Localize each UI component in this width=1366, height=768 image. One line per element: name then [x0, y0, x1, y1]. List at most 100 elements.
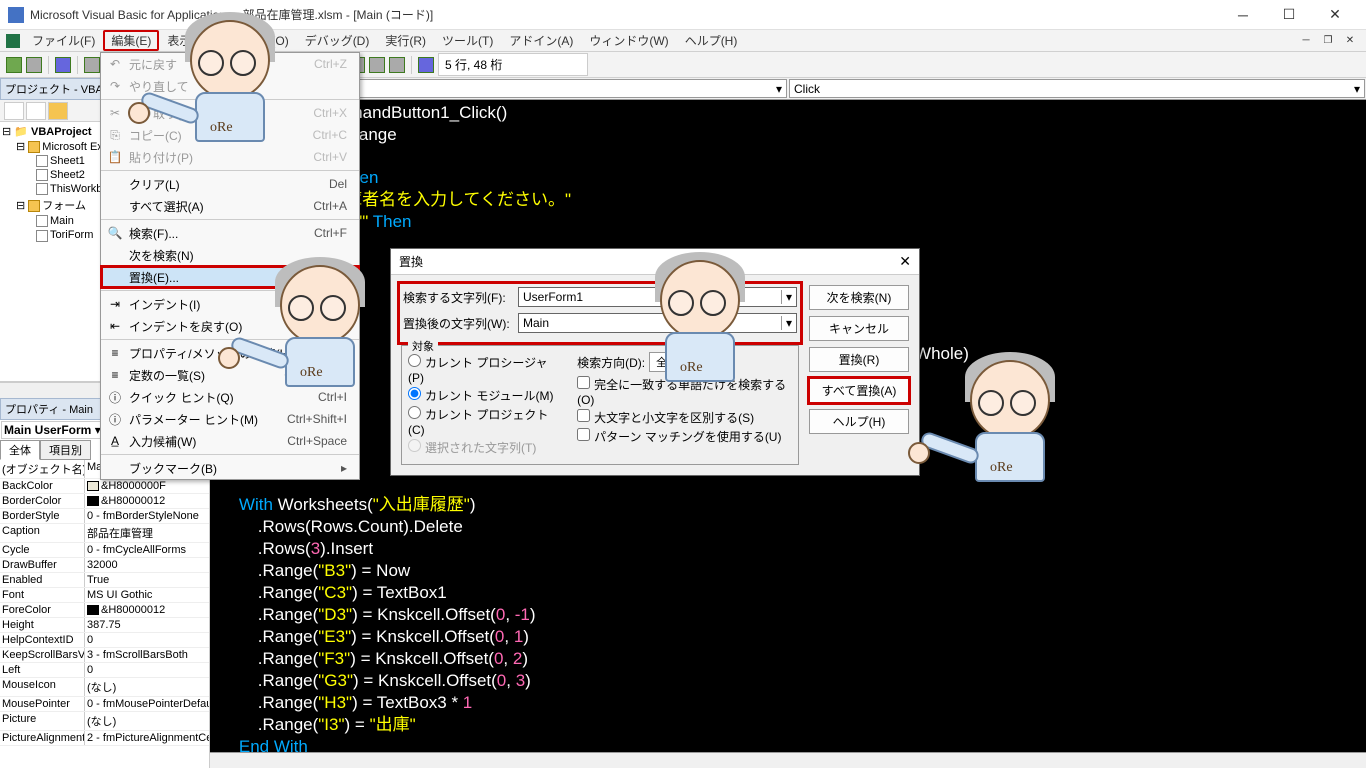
- menu-window[interactable]: ウィンドウ(W): [581, 30, 676, 51]
- menu-bookmarks[interactable]: ブックマーク(B)▸: [101, 457, 359, 479]
- property-row[interactable]: BorderColor&H80000012: [0, 494, 209, 509]
- view-code-icon[interactable]: [4, 102, 24, 120]
- scope-selection: 選択された文字列(T): [408, 439, 557, 456]
- dialog-titlebar[interactable]: 置換 ✕: [391, 249, 919, 275]
- tree-form-tori[interactable]: ToriForm: [50, 229, 93, 241]
- menu-addins[interactable]: アドイン(A): [501, 30, 581, 51]
- menu-indent[interactable]: ⇥インデント(I): [101, 293, 359, 315]
- menu-tools[interactable]: ツール(T): [434, 30, 501, 51]
- tb-toolbox-icon[interactable]: [389, 57, 405, 73]
- tree-root[interactable]: VBAProject: [31, 126, 92, 138]
- property-row[interactable]: FontMS UI Gothic: [0, 588, 209, 603]
- dialog-title: 置換: [399, 253, 423, 270]
- menu-replace[interactable]: 置換(E)...: [101, 266, 359, 288]
- tree-forms-folder[interactable]: フォーム: [42, 200, 86, 212]
- menu-help[interactable]: ヘルプ(H): [677, 30, 746, 51]
- property-row[interactable]: BackColor&H8000000F: [0, 479, 209, 494]
- tb-cut-icon[interactable]: [84, 57, 100, 73]
- menu-cut: ✂切り取り(T)Ctrl+X: [101, 102, 359, 124]
- menu-quick-info[interactable]: ⓘクイック ヒント(Q)Ctrl+I: [101, 386, 359, 408]
- check-pattern[interactable]: パターン マッチングを使用する(U): [577, 428, 792, 445]
- view-object-icon[interactable]: [26, 102, 46, 120]
- property-row[interactable]: PictureAlignment2 - fmPictureAlignmentCe…: [0, 731, 209, 746]
- replace-label: 置換後の文字列(W):: [403, 315, 518, 332]
- tb-view-excel-icon[interactable]: [6, 57, 22, 73]
- menu-format[interactable]: 書式(O): [239, 30, 296, 51]
- property-row[interactable]: MouseIcon(なし): [0, 678, 209, 697]
- menu-select-all[interactable]: すべて選択(A)Ctrl+A: [101, 195, 359, 217]
- menu-run[interactable]: 実行(R): [377, 30, 434, 51]
- scope-procedure[interactable]: カレント プロシージャ(P): [408, 354, 557, 385]
- scope-module[interactable]: カレント モジュール(M): [408, 387, 557, 404]
- property-row[interactable]: Height387.75: [0, 618, 209, 633]
- replace-all-button[interactable]: すべて置換(A): [809, 378, 909, 403]
- property-row[interactable]: Caption部品在庫管理: [0, 524, 209, 543]
- menu-insert[interactable]: 挿入: [199, 30, 239, 51]
- app-icon: [8, 7, 24, 23]
- property-row[interactable]: HelpContextID0: [0, 633, 209, 648]
- properties-grid[interactable]: (オブジェクト名)MainBackColor&H8000000FBorderCo…: [0, 460, 209, 768]
- property-row[interactable]: Picture(なし): [0, 712, 209, 731]
- check-whole-word[interactable]: 完全に一致する単語だけを検索する(O): [577, 376, 792, 407]
- tree-form-main[interactable]: Main: [50, 215, 74, 227]
- find-label: 検索する文字列(F):: [403, 289, 518, 306]
- menu-file[interactable]: ファイル(F): [24, 30, 103, 51]
- props-tab-all[interactable]: 全体: [0, 440, 40, 460]
- position-indicator: 5 行, 48 桁: [438, 53, 588, 76]
- tb-help-icon[interactable]: [418, 57, 434, 73]
- menu-edit[interactable]: 編集(E): [103, 30, 159, 51]
- tb-save-icon[interactable]: [55, 57, 71, 73]
- menu-find[interactable]: 🔍検索(F)...Ctrl+F: [101, 222, 359, 244]
- tb-insert-icon[interactable]: [26, 57, 42, 73]
- replace-button[interactable]: 置換(R): [809, 347, 909, 372]
- property-row[interactable]: Left0: [0, 663, 209, 678]
- find-input[interactable]: UserForm1▾: [518, 287, 797, 307]
- scope-group-title: 対象: [408, 338, 438, 354]
- direction-label: 検索方向(D):: [577, 354, 645, 371]
- menu-undo: ↶元に戻すCtrl+Z: [101, 53, 359, 75]
- menu-complete-word[interactable]: A̲入力候補(W)Ctrl+Space: [101, 430, 359, 452]
- mdi-restore[interactable]: ❐: [1318, 32, 1338, 50]
- help-button[interactable]: ヘルプ(H): [809, 409, 909, 434]
- find-next-button[interactable]: 次を検索(N): [809, 285, 909, 310]
- replace-input[interactable]: Main▾: [518, 313, 797, 333]
- menu-find-next[interactable]: 次を検索(N): [101, 244, 359, 266]
- menu-clear[interactable]: クリア(L)Del: [101, 173, 359, 195]
- direction-select[interactable]: 全体 ▾: [649, 352, 694, 372]
- menu-debug[interactable]: デバッグ(D): [297, 30, 378, 51]
- menu-view[interactable]: 表示: [159, 30, 199, 51]
- mdi-minimize[interactable]: ─: [1296, 32, 1316, 50]
- menu-outdent[interactable]: ⇤インデントを戻す(O)Shift+: [101, 315, 359, 337]
- check-match-case[interactable]: 大文字と小文字を区別する(S): [577, 409, 792, 426]
- code-horizontal-scrollbar[interactable]: [210, 752, 1366, 768]
- menu-copy: ⎘コピー(C)Ctrl+C: [101, 124, 359, 146]
- tree-sheet2[interactable]: Sheet2: [50, 169, 85, 181]
- replace-dialog: 置換 ✕ 検索する文字列(F): UserForm1▾ 置換後の文字列(W): …: [390, 248, 920, 476]
- property-row[interactable]: MousePointer0 - fmMousePointerDefault: [0, 697, 209, 712]
- tb-objbrowser-icon[interactable]: [369, 57, 385, 73]
- dialog-close[interactable]: ✕: [899, 253, 911, 270]
- close-button[interactable]: ✕: [1312, 0, 1358, 30]
- property-row[interactable]: BorderStyle0 - fmBorderStyleNone: [0, 509, 209, 524]
- menu-list-constants[interactable]: ≡定数の一覧(S)Ctrl+Shift+J: [101, 364, 359, 386]
- menu-parameter-info[interactable]: ⓘパラメーター ヒント(M)Ctrl+Shift+I: [101, 408, 359, 430]
- menubar: ファイル(F) 編集(E) 表示 挿入 書式(O) デバッグ(D) 実行(R) …: [0, 30, 1366, 52]
- window-title: Microsoft Visual Basic for Applications …: [30, 6, 1220, 23]
- menu-redo: ↷やり直して: [101, 75, 359, 97]
- procedure-dropdown[interactable]: Click▾: [789, 79, 1365, 98]
- minimize-button[interactable]: ─: [1220, 0, 1266, 30]
- props-tab-category[interactable]: 項目別: [40, 440, 91, 460]
- property-row[interactable]: ForeColor&H80000012: [0, 603, 209, 618]
- property-row[interactable]: Cycle0 - fmCycleAllForms: [0, 543, 209, 558]
- maximize-button[interactable]: ☐: [1266, 0, 1312, 30]
- tree-sheet1[interactable]: Sheet1: [50, 155, 85, 167]
- property-row[interactable]: KeepScrollBarsVisible3 - fmScrollBarsBot…: [0, 648, 209, 663]
- scope-project[interactable]: カレント プロジェクト(C): [408, 406, 557, 437]
- property-row[interactable]: DrawBuffer32000: [0, 558, 209, 573]
- property-row[interactable]: EnabledTrue: [0, 573, 209, 588]
- menu-paste: 📋貼り付け(P)Ctrl+V: [101, 146, 359, 168]
- mdi-close[interactable]: ✕: [1340, 32, 1360, 50]
- cancel-button[interactable]: キャンセル: [809, 316, 909, 341]
- menu-list-properties[interactable]: ≡プロパティ/メソッドの一覧(H)Ctrl+: [101, 342, 359, 364]
- toggle-folders-icon[interactable]: [48, 102, 68, 120]
